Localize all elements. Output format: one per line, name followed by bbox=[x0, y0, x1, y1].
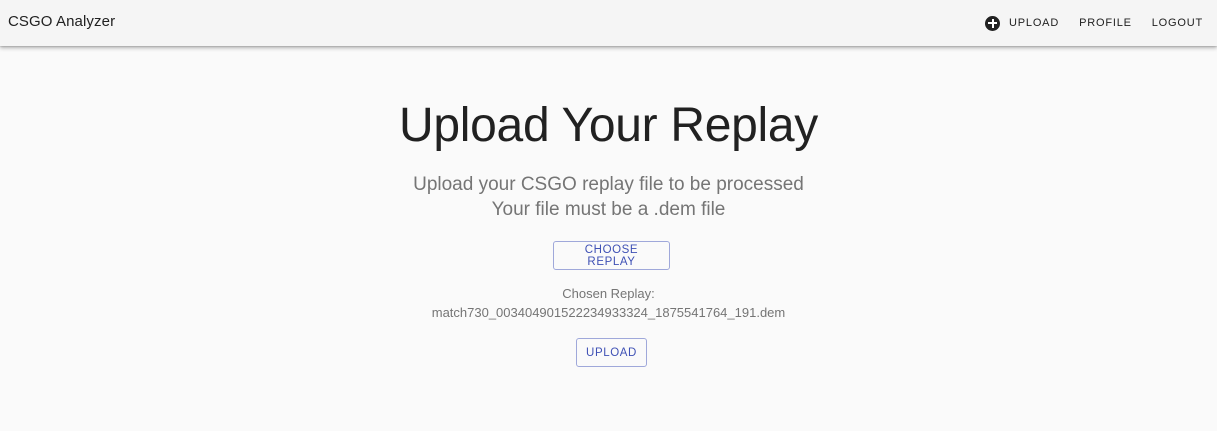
page-subtitle-line1: Upload your CSGO replay file to be proce… bbox=[413, 174, 804, 195]
app-title: CSGO Analyzer bbox=[8, 13, 116, 30]
chosen-replay-label: Chosen Replay: bbox=[562, 286, 655, 301]
nav-upload-button[interactable]: UPLOAD bbox=[985, 10, 1059, 37]
page-title: Upload Your Replay bbox=[399, 99, 818, 152]
add-circle-icon bbox=[985, 15, 1001, 31]
page-subtitle-line2: Your file must be a .dem file bbox=[491, 199, 726, 220]
upload-button[interactable]: UPLOAD bbox=[576, 338, 647, 367]
choose-replay-button[interactable]: CHOOSE REPLAY bbox=[553, 241, 670, 270]
chosen-replay-filename: match730_003404901522234933324_187554176… bbox=[431, 305, 786, 320]
app-bar: CSGO Analyzer UPLOAD PROFILE LOGOUT bbox=[0, 0, 1217, 46]
upload-page: Upload Your Replay Upload your CSGO repl… bbox=[0, 46, 1217, 431]
nav-profile-button[interactable]: PROFILE bbox=[1079, 11, 1132, 35]
nav-logout-button[interactable]: LOGOUT bbox=[1152, 11, 1203, 35]
top-nav: UPLOAD PROFILE LOGOUT bbox=[985, 0, 1203, 46]
nav-upload-label: UPLOAD bbox=[1009, 17, 1060, 29]
